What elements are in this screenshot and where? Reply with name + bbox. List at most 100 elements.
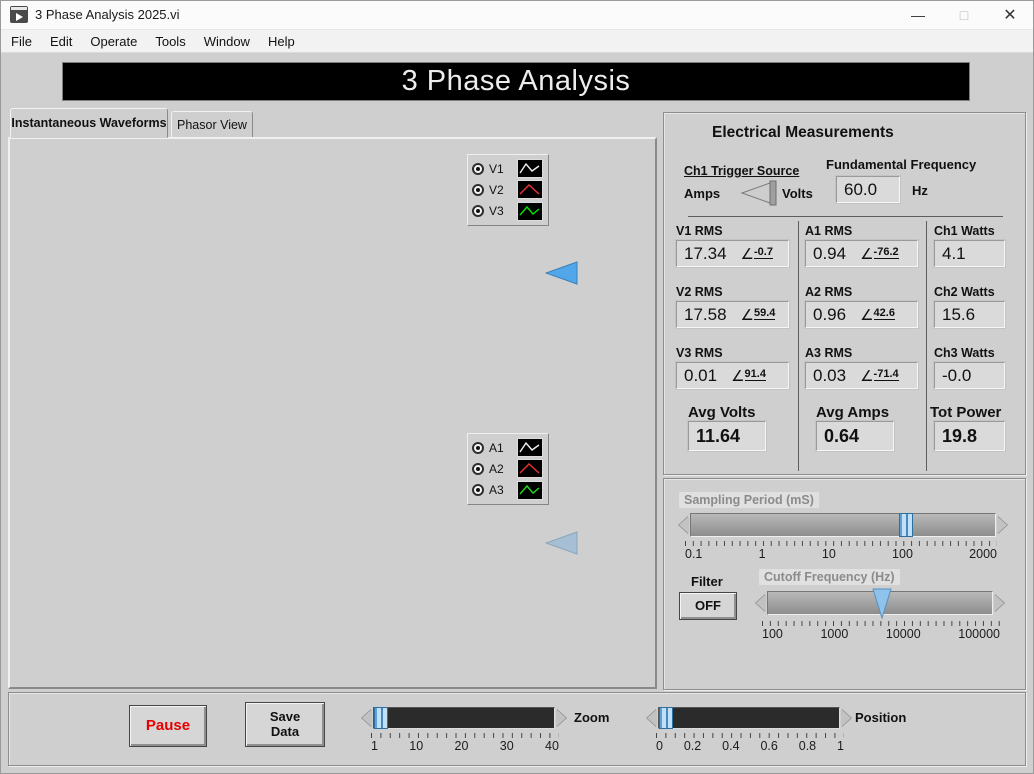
menu-tools[interactable]: Tools (146, 34, 194, 49)
a1-rms-label: A1 RMS (805, 224, 852, 238)
v-trigger-level-pointer-icon[interactable] (545, 261, 578, 285)
divider (688, 216, 1003, 217)
ch3-watts-label: Ch3 Watts (934, 346, 995, 360)
position-track[interactable] (658, 707, 840, 729)
menu-window[interactable]: Window (195, 34, 259, 49)
zoom-track[interactable] (373, 707, 555, 729)
tick-marks (762, 621, 1000, 626)
bottom-control-bar: Pause Save Data 110203040 Zoom 00.20.40.… (8, 692, 1026, 766)
slider-right-arrow-icon[interactable] (994, 594, 1004, 612)
minimize-button[interactable]: — (895, 0, 941, 30)
v2-enable-led-icon[interactable] (472, 184, 484, 196)
a2-line-sample-icon[interactable] (517, 459, 543, 478)
a3-rms-label: A3 RMS (805, 346, 852, 360)
tick-label: 10 (409, 739, 423, 753)
a2-rms-angle: 42.6 (874, 307, 895, 320)
tab-phasor-view[interactable]: Phasor View (171, 111, 253, 138)
legend-row-a3[interactable]: A3 (472, 480, 544, 501)
cutoff-scale: 100100010000100000 (762, 621, 1000, 641)
menu-operate[interactable]: Operate (81, 34, 146, 49)
tick-label: 0.2 (684, 739, 701, 753)
v3-line-sample-icon[interactable] (517, 202, 543, 221)
v3-rms-indicator: 0.01 ∠91.4 (676, 362, 789, 389)
tick-label: 0.8 (799, 739, 816, 753)
trigger-source-switch[interactable] (732, 179, 780, 207)
legend-label-v2: V2 (489, 183, 511, 197)
filter-label: Filter (691, 574, 723, 589)
fundamental-frequency-label: Fundamental Frequency (826, 157, 976, 172)
save-data-button[interactable]: Save Data (245, 702, 325, 747)
angle-symbol: ∠-76.2 (860, 245, 899, 263)
a3-enable-led-icon[interactable] (472, 484, 484, 496)
menu-file[interactable]: File (2, 34, 41, 49)
tot-power-value: 19.8 (942, 426, 977, 447)
angle-symbol: ∠42.6 (860, 306, 895, 324)
cutoff-track[interactable] (767, 591, 993, 615)
pause-button[interactable]: Pause (129, 705, 207, 747)
legend-row-a2[interactable]: A2 (472, 458, 544, 479)
legend-row-v1[interactable]: V1 (472, 158, 544, 179)
maximize-button[interactable]: □ (941, 0, 987, 30)
ch1-watts-indicator: 4.1 (934, 240, 1005, 267)
a2-enable-led-icon[interactable] (472, 463, 484, 475)
v1-rms-label: V1 RMS (676, 224, 723, 238)
tick-label: 40 (545, 739, 559, 753)
sampling-track[interactable] (690, 513, 996, 537)
slider-right-arrow-icon[interactable] (841, 709, 851, 727)
legend-row-v3[interactable]: V3 (472, 201, 544, 222)
position-slider[interactable] (647, 707, 851, 729)
zoom-handle[interactable] (374, 707, 388, 729)
sampling-filter-panel: Sampling Period (mS) 0.11101002000 Filte… (663, 478, 1026, 690)
tick-label: 0.6 (760, 739, 777, 753)
v1-line-sample-icon[interactable] (517, 159, 543, 178)
ch1-watts-value: 4.1 (942, 244, 966, 264)
sampling-handle[interactable] (899, 513, 913, 537)
sampling-period-slider[interactable] (679, 513, 1007, 537)
save-data-line1: Save (270, 710, 300, 725)
fundamental-frequency-input[interactable]: 60.0 (836, 176, 900, 203)
slider-right-arrow-icon[interactable] (997, 516, 1007, 534)
angle-symbol: ∠-0.7 (741, 245, 773, 263)
angle-symbol: ∠-71.4 (860, 367, 899, 385)
ch2-watts-indicator: 15.6 (934, 301, 1005, 328)
slider-right-arrow-icon[interactable] (556, 709, 566, 727)
cutoff-handle[interactable] (872, 588, 892, 620)
menu-edit[interactable]: Edit (41, 34, 81, 49)
slider-left-arrow-icon[interactable] (647, 709, 657, 727)
v2-line-sample-icon[interactable] (517, 180, 543, 199)
avg-volts-indicator: 11.64 (688, 421, 766, 451)
slider-left-arrow-icon[interactable] (362, 709, 372, 727)
zoom-slider[interactable] (362, 707, 566, 729)
a1-enable-led-icon[interactable] (472, 442, 484, 454)
ch3-watts-value: -0.0 (942, 366, 971, 386)
a3-rms-value: 0.03 (813, 366, 846, 386)
menu-help[interactable]: Help (259, 34, 304, 49)
a1-rms-value: 0.94 (813, 244, 846, 264)
a1-line-sample-icon[interactable] (517, 438, 543, 457)
tab-instantaneous-waveforms[interactable]: Instantaneous Waveforms (10, 108, 168, 138)
avg-amps-label: Avg Amps (816, 404, 889, 421)
v1-enable-led-icon[interactable] (472, 163, 484, 175)
cutoff-frequency-slider[interactable] (756, 591, 1004, 615)
a3-line-sample-icon[interactable] (517, 481, 543, 500)
v3-enable-led-icon[interactable] (472, 205, 484, 217)
legend-label-a3: A3 (489, 483, 511, 497)
switch-label-amps: Amps (684, 186, 720, 201)
slider-left-arrow-icon[interactable] (679, 516, 689, 534)
tick-label: 30 (500, 739, 514, 753)
tick-label: 100000 (958, 627, 1000, 641)
a1-rms-indicator: 0.94 ∠-76.2 (805, 240, 918, 267)
tick-label: 0.4 (722, 739, 739, 753)
volts-legend: V1 V2 V3 (467, 154, 549, 226)
filter-toggle-button[interactable]: OFF (679, 592, 737, 620)
i-trigger-level-pointer-icon[interactable] (545, 531, 578, 555)
legend-row-v2[interactable]: V2 (472, 179, 544, 200)
position-label: Position (855, 710, 906, 725)
sampling-period-label: Sampling Period (mS) (679, 492, 819, 508)
legend-row-a1[interactable]: A1 (472, 437, 544, 458)
slider-left-arrow-icon[interactable] (756, 594, 766, 612)
tick-label: 100 (762, 627, 783, 641)
close-button[interactable]: ✕ (987, 0, 1033, 30)
position-handle[interactable] (659, 707, 673, 729)
ch2-watts-label: Ch2 Watts (934, 285, 995, 299)
